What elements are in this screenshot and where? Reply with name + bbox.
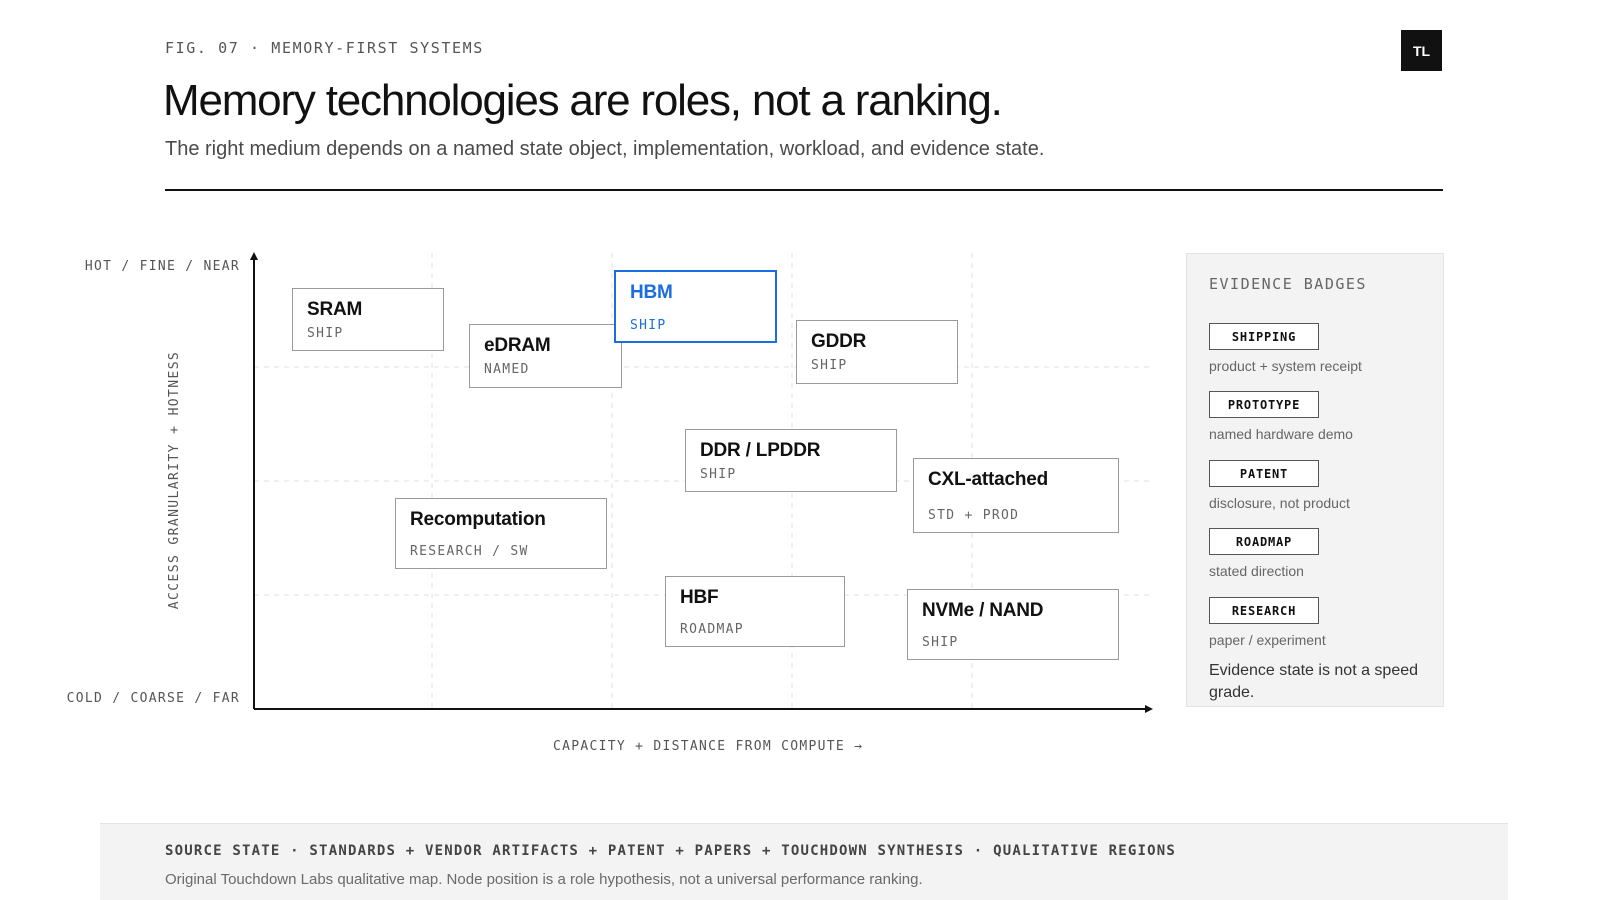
panel-title: EVIDENCE BADGES [1209, 275, 1367, 293]
node-name: HBM [630, 282, 673, 303]
badge-research: RESEARCH [1209, 597, 1319, 624]
y-axis-title: ACCESS GRANULARITY + HOTNESS [167, 350, 182, 610]
node-evidence-state: SHIP [630, 318, 667, 333]
node-name: DDR / LPDDR [700, 440, 821, 461]
x-axis-arrowhead [1145, 705, 1153, 713]
node-evidence-state: NAMED [484, 362, 530, 377]
node-evidence-state: SHIP [922, 635, 959, 650]
footer: SOURCE STATE · STANDARDS + VENDOR ARTIFA… [100, 823, 1508, 900]
y-axis-bottom-label: COLD / COARSE / FAR [66, 691, 240, 706]
badge-description: product + system receipt [1209, 358, 1362, 374]
y-axis-top-label: HOT / FINE / NEAR [84, 259, 240, 274]
node-evidence-state: ROADMAP [680, 622, 744, 637]
evidence-badges-panel: EVIDENCE BADGES SHIPPING product + syste… [1186, 253, 1444, 707]
node-evidence-state: RESEARCH / SW [410, 544, 529, 559]
node-name: eDRAM [484, 335, 551, 356]
panel-note: Evidence state is not a speed grade. [1209, 662, 1419, 701]
node-evidence-state: STD + PROD [928, 508, 1020, 523]
node-cxl-attached: CXL-attached STD + PROD [913, 458, 1119, 533]
node-recomputation: Recomputation RESEARCH / SW [395, 498, 607, 569]
node-evidence-state: SHIP [307, 326, 344, 341]
node-name: CXL-attached [928, 469, 1049, 490]
node-name: Recomputation [410, 509, 546, 530]
node-ddr-lpddr: DDR / LPDDR SHIP [685, 429, 897, 492]
node-edram: eDRAM NAMED [469, 324, 622, 388]
badge-patent: PATENT [1209, 460, 1319, 487]
node-name: HBF [680, 587, 719, 608]
badge-description: named hardware demo [1209, 426, 1353, 442]
node-evidence-state: SHIP [811, 358, 848, 373]
node-nvme-nand: NVMe / NAND SHIP [907, 589, 1119, 660]
badge-prototype: PROTOTYPE [1209, 391, 1319, 418]
badge-description: stated direction [1209, 563, 1304, 579]
badge-shipping: SHIPPING [1209, 323, 1319, 350]
node-hbm: HBM SHIP [614, 270, 777, 343]
node-gddr: GDDR SHIP [796, 320, 958, 384]
badge-roadmap: ROADMAP [1209, 528, 1319, 555]
footer-source-state: SOURCE STATE · STANDARDS + VENDOR ARTIFA… [165, 843, 1177, 859]
node-sram: SRAM SHIP [292, 288, 444, 351]
node-name: SRAM [307, 299, 363, 320]
node-name: GDDR [811, 331, 867, 352]
x-axis-title: CAPACITY + DISTANCE FROM COMPUTE → [553, 739, 864, 754]
node-hbf: HBF ROADMAP [665, 576, 845, 647]
footer-note: Original Touchdown Labs qualitative map.… [165, 871, 923, 888]
node-evidence-state: SHIP [700, 467, 737, 482]
badge-description: paper / experiment [1209, 632, 1326, 648]
badge-description: disclosure, not product [1209, 495, 1350, 511]
y-axis-arrowhead [250, 252, 258, 260]
node-name: NVMe / NAND [922, 600, 1044, 621]
